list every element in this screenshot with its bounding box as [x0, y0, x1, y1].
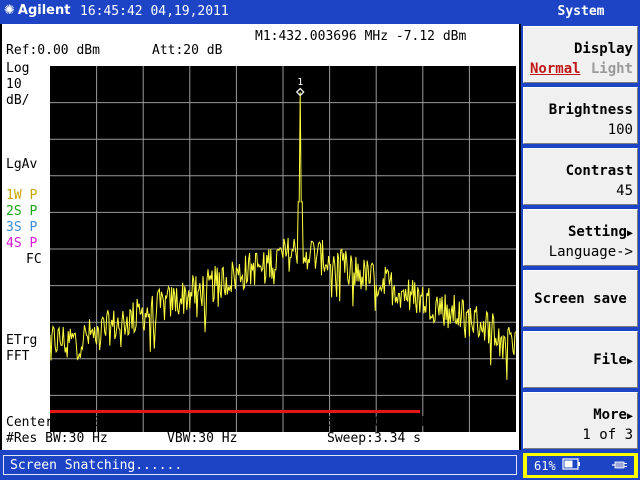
submenu-arrow-icon: ▶: [626, 228, 633, 239]
scale-type: Log: [6, 61, 30, 76]
scale-unit: dB/: [6, 93, 30, 108]
more-page-indicator: 1 of 3: [582, 427, 633, 443]
resolution-bandwidth: #Res BW:30 Hz: [6, 431, 108, 446]
scale-value: 10: [6, 77, 22, 92]
softkey-panel: Display Normal Light Brightness 100 Cont…: [521, 24, 640, 450]
center-frequency: Center:432.00 MHz: [6, 415, 140, 430]
logo-text: Agilent: [17, 3, 71, 18]
file-label: File: [593, 352, 627, 368]
contrast-label: Contrast: [565, 163, 633, 179]
attenuation: Att:20 dB: [152, 43, 223, 58]
battery-percentage: 61%: [534, 459, 556, 473]
spectrum-display: M1:432.003696 MHz -7.12 dBm Ref:0.00 dBm…: [2, 24, 519, 450]
trace-4-label: 4S P: [6, 236, 38, 251]
setting-sub: Language->: [548, 244, 633, 260]
contrast-value: 45: [616, 183, 633, 199]
brightness-label: Brightness: [548, 102, 633, 118]
power-plug-icon: [612, 461, 627, 469]
sweep-time: Sweep:3.34 s: [327, 431, 421, 446]
detector-mode: LgAv: [6, 157, 38, 172]
more-label: More: [593, 407, 627, 423]
top-bar: ✺ Agilent 16:45:42 04,19,2011 System: [0, 0, 640, 24]
status-message: Screen Snatching......: [10, 458, 183, 473]
marker-number: 1: [297, 77, 303, 88]
display-normal-option: Normal: [530, 61, 581, 77]
brightness-softkey[interactable]: Brightness 100: [523, 87, 638, 144]
contrast-softkey[interactable]: Contrast 45: [523, 148, 638, 205]
fft-mode: FFT: [6, 349, 30, 364]
span: Span:100.00 kHz: [327, 415, 445, 430]
menu-title: System: [557, 4, 605, 19]
setting-softkey[interactable]: Setting▶ Language->: [523, 209, 638, 266]
video-bandwidth: VBW:30 Hz: [167, 431, 238, 446]
trace-2-label: 2S P: [6, 204, 38, 219]
sweep-progress-bar: [50, 410, 420, 413]
screen-save-softkey[interactable]: Screen save: [523, 270, 638, 327]
spectrum-plot: 1: [50, 66, 516, 432]
submenu-arrow-icon: ▶: [626, 356, 633, 367]
screen-save-label: Screen save: [534, 291, 627, 307]
display-label: Display: [573, 41, 633, 57]
date-time: 16:45:42 04,19,2011: [80, 4, 229, 19]
fc-indicator: FC: [26, 252, 42, 267]
trigger-mode: ETrg: [6, 333, 38, 348]
agilent-logo: ✺ Agilent: [4, 3, 70, 18]
more-softkey[interactable]: More▶ 1 of 3: [523, 392, 638, 449]
display-softkey[interactable]: Display Normal Light: [523, 26, 638, 83]
trace-1-label: 1W P: [6, 188, 38, 203]
trace-3-label: 3S P: [6, 220, 38, 235]
file-softkey[interactable]: File▶: [523, 331, 638, 388]
display-light-option: Light: [590, 61, 633, 77]
marker-readout: M1:432.003696 MHz -7.12 dBm: [255, 29, 467, 44]
logo-spark-icon: ✺: [4, 3, 15, 18]
battery-icon: [562, 458, 580, 470]
ref-level: Ref:0.00 dBm: [6, 43, 100, 58]
brightness-value: 100: [607, 122, 633, 138]
setting-label: Setting: [567, 224, 627, 240]
submenu-arrow-icon: ▶: [626, 411, 633, 422]
